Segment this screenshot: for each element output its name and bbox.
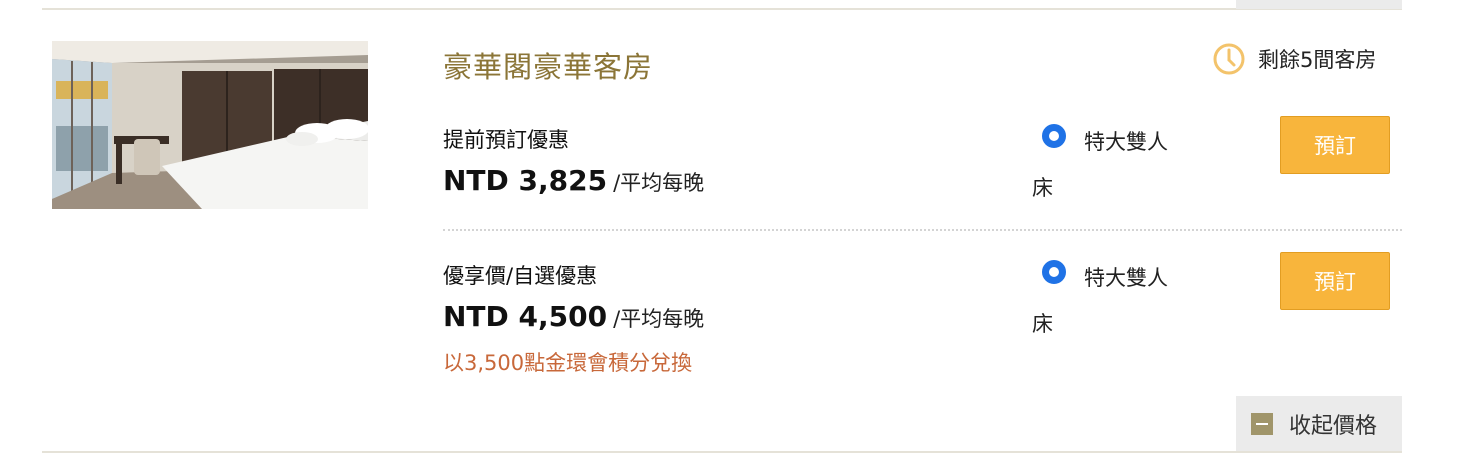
previous-collapse-tab[interactable]	[1236, 0, 1402, 9]
bed-type-radio[interactable]	[1042, 260, 1066, 284]
bed-type-radio[interactable]	[1042, 124, 1066, 148]
rate-price: NTD 3,825/平均每晚	[443, 164, 704, 197]
price-per-night: /平均每晚	[613, 171, 705, 195]
room-title: 豪華閣豪華客房	[443, 50, 654, 84]
collapse-prices-label: 收起價格	[1289, 413, 1378, 439]
clock-icon	[1213, 43, 1245, 75]
price-amount: NTD 3,825	[443, 164, 608, 197]
book-button[interactable]: 預訂	[1280, 116, 1390, 174]
room-photo-image	[52, 41, 368, 209]
bed-type-label-cont: 床	[1032, 176, 1053, 200]
price-amount: NTD 4,500	[443, 300, 608, 333]
room-photo[interactable]: +	[52, 41, 368, 209]
bed-type-label: 特大雙人	[1084, 266, 1168, 290]
bed-type-label-cont: 床	[1032, 312, 1053, 336]
collapse-prices-button[interactable]: 收起價格	[1236, 396, 1402, 451]
book-button[interactable]: 預訂	[1280, 252, 1390, 310]
points-redemption-text: 以3,500點金環會積分兌換	[443, 351, 693, 375]
availability-indicator: 剩餘5間客房	[1212, 41, 1376, 77]
minus-icon	[1251, 412, 1273, 435]
availability-text: 剩餘5間客房	[1258, 48, 1377, 72]
price-per-night: /平均每晚	[613, 307, 705, 331]
bottom-divider	[42, 451, 1402, 453]
rate-price: NTD 4,500/平均每晚	[443, 300, 704, 333]
rate-name: 提前預訂優惠	[443, 128, 569, 152]
top-divider	[42, 8, 1402, 10]
rate-divider	[443, 229, 1402, 231]
rate-name: 優享價/自選優惠	[443, 264, 598, 288]
bed-type-label: 特大雙人	[1084, 130, 1168, 154]
